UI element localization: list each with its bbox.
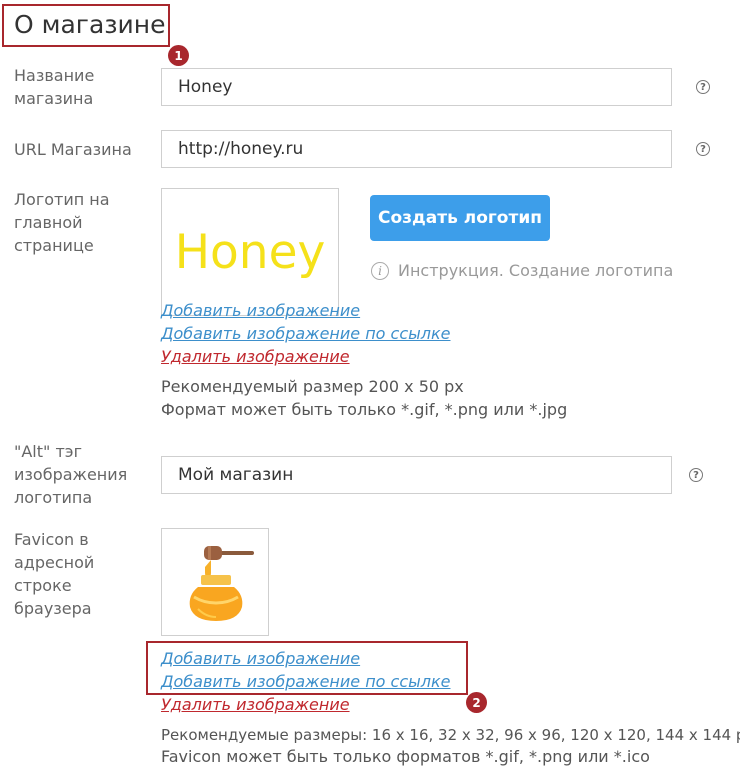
favicon-remove-image-link[interactable]: Удалить изображение: [161, 694, 350, 716]
callout-badge-2: 2: [466, 692, 487, 713]
store-name-help-icon[interactable]: ?: [696, 80, 710, 94]
logo-size-note: Рекомендуемый размер 200 x 50 px: [161, 377, 464, 396]
logo-image-text: Honey: [174, 224, 326, 280]
favicon-format-note: Favicon может быть только форматов *.gif…: [161, 747, 650, 766]
logo-label: Логотип на главной странице: [14, 190, 110, 255]
logo-add-image-by-url-link[interactable]: Добавить изображение по ссылке: [161, 323, 451, 345]
store-url-help-icon[interactable]: ?: [696, 142, 710, 156]
logo-format-note: Формат может быть только *.gif, *.png ил…: [161, 400, 568, 419]
logo-remove-image-link[interactable]: Удалить изображение: [161, 346, 350, 368]
favicon-preview: [161, 528, 269, 636]
alt-tag-label: "Alt" тэг изображения логотипа: [14, 442, 128, 507]
store-url-input[interactable]: http://honey.ru: [161, 130, 672, 168]
alt-tag-input[interactable]: Мой магазин: [161, 456, 672, 494]
store-name-input[interactable]: Honey: [161, 68, 672, 106]
honey-jar-icon: [189, 546, 254, 621]
logo-add-image-link[interactable]: Добавить изображение: [161, 300, 360, 322]
info-icon: i: [371, 262, 389, 280]
create-logo-button[interactable]: Создать логотип: [370, 195, 550, 241]
store-name-label: Название магазина: [14, 66, 95, 108]
favicon-label: Favicon в адресной строке браузера: [14, 530, 95, 618]
favicon-add-image-by-url-link[interactable]: Добавить изображение по ссылке: [161, 671, 451, 693]
favicon-add-image-link[interactable]: Добавить изображение: [161, 648, 360, 670]
logo-preview: Honey: [161, 188, 339, 316]
logo-instruction-link[interactable]: Инструкция. Создание логотипа: [398, 261, 673, 280]
alt-tag-help-icon[interactable]: ?: [689, 468, 703, 482]
favicon-sizes-note: Рекомендуемые размеры: 16 x 16, 32 x 32,…: [161, 726, 740, 744]
page-title: О магазине: [14, 10, 166, 39]
callout-badge-1: 1: [168, 45, 189, 66]
store-url-label: URL Магазина: [14, 140, 132, 159]
